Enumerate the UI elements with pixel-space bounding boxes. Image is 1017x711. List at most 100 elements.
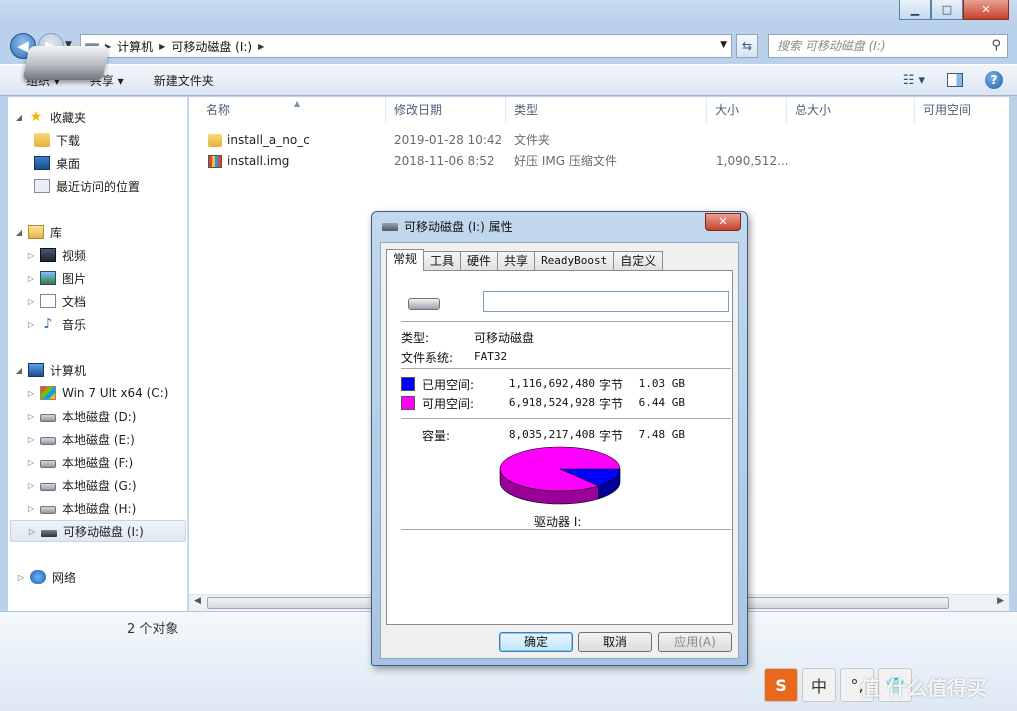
chevron-right-icon[interactable]: ▶ bbox=[258, 42, 264, 51]
picture-icon bbox=[40, 271, 56, 285]
collapse-arrow-icon[interactable]: ▷ bbox=[26, 458, 36, 467]
sidebar-item-drive-i[interactable]: ▷ 可移动磁盘 (I:) bbox=[10, 520, 186, 542]
hard-drive-icon bbox=[40, 436, 56, 445]
sidebar-item-drive-d[interactable]: ▷ 本地磁盘 (D:) bbox=[26, 405, 137, 427]
sidebar-item-label: 桌面 bbox=[56, 156, 81, 171]
collapse-arrow-icon[interactable]: ▷ bbox=[16, 573, 26, 582]
hard-drive-icon bbox=[40, 459, 56, 468]
collapse-arrow-icon[interactable]: ▷ bbox=[26, 389, 36, 398]
free-space-swatch bbox=[401, 396, 415, 410]
collapse-arrow-icon[interactable]: ▷ bbox=[26, 274, 36, 283]
tab-hardware[interactable]: 硬件 bbox=[460, 251, 499, 271]
change-view-icon[interactable]: ☷ ▾ bbox=[903, 73, 925, 88]
sidebar-item-downloads[interactable]: 下载 bbox=[30, 129, 80, 151]
type-label: 类型: bbox=[401, 331, 430, 345]
dialog-title-bar[interactable]: 可移动磁盘 (I:) 属性 bbox=[382, 218, 513, 235]
drive-icon bbox=[382, 222, 398, 231]
command-bar: 组织 ▾ 共享 ▾ 新建文件夹 ☷ ▾ ? bbox=[0, 64, 1017, 96]
filesystem-label: 文件系统: bbox=[401, 351, 454, 365]
new-folder-button[interactable]: 新建文件夹 bbox=[154, 72, 214, 89]
sidebar-item-drive-g[interactable]: ▷ 本地磁盘 (G:) bbox=[26, 474, 137, 496]
item-count: 2 个对象 bbox=[127, 622, 179, 637]
usb-drive-icon bbox=[41, 529, 57, 537]
column-header-size[interactable]: 大小 bbox=[707, 97, 787, 123]
hard-drive-icon bbox=[40, 413, 56, 422]
used-space-label: 已用空间: bbox=[422, 378, 475, 392]
sidebar-item-drive-h[interactable]: ▷ 本地磁盘 (H:) bbox=[26, 497, 136, 519]
scroll-right-icon[interactable]: ▶ bbox=[997, 596, 1004, 606]
maximize-button[interactable]: □ bbox=[931, 0, 963, 20]
tab-tools[interactable]: 工具 bbox=[423, 251, 462, 271]
collapse-arrow-icon[interactable]: ▷ bbox=[26, 481, 36, 490]
folder-icon bbox=[208, 134, 222, 147]
column-header-modified[interactable]: 修改日期 bbox=[386, 97, 506, 123]
disk-usage-pie-chart bbox=[499, 446, 621, 505]
sidebar-item-pictures[interactable]: ▷ 图片 bbox=[26, 267, 86, 289]
sidebar-item-drive-f[interactable]: ▷ 本地磁盘 (F:) bbox=[26, 451, 133, 473]
sidebar-item-desktop[interactable]: 桌面 bbox=[30, 152, 80, 174]
breadcrumb-computer[interactable]: 计算机 bbox=[117, 38, 153, 55]
capacity-label: 容量: bbox=[422, 429, 451, 443]
help-icon[interactable]: ? bbox=[985, 71, 1003, 89]
tab-strip: 常规 工具 硬件 共享 ReadyBoost 自定义 bbox=[386, 249, 664, 271]
apply-button[interactable]: 应用(A) bbox=[658, 632, 732, 652]
tab-general[interactable]: 常规 bbox=[386, 249, 425, 271]
collapse-arrow-icon[interactable]: ▷ bbox=[26, 297, 36, 306]
sidebar-item-recent[interactable]: 最近访问的位置 bbox=[30, 175, 140, 197]
capacity-gb: 7.48 GB bbox=[638, 428, 685, 441]
video-icon bbox=[40, 248, 56, 262]
column-header-total-size[interactable]: 总大小 bbox=[787, 97, 915, 123]
refresh-button[interactable]: ⇆ bbox=[736, 34, 758, 58]
filesystem-value: FAT32 bbox=[474, 350, 508, 363]
column-header-name[interactable]: 名称 ▲ bbox=[198, 97, 386, 123]
scroll-left-icon[interactable]: ◀ bbox=[194, 596, 201, 606]
sidebar-item-label: 本地磁盘 (H:) bbox=[62, 501, 137, 516]
sidebar-item-documents[interactable]: ▷ 文档 bbox=[26, 290, 86, 312]
tab-customize[interactable]: 自定义 bbox=[613, 251, 664, 271]
sidebar-item-favorites[interactable]: ◢ ★ 收藏夹 bbox=[14, 106, 86, 128]
search-icon[interactable]: ⚲ bbox=[991, 35, 1001, 57]
dialog-close-button[interactable]: ✕ bbox=[705, 213, 741, 231]
column-header-free-space[interactable]: 可用空间 bbox=[915, 97, 1009, 123]
preview-pane-icon[interactable] bbox=[947, 73, 963, 87]
title-bar[interactable]: ▁ □ ✕ bbox=[0, 0, 1017, 30]
search-input[interactable]: 搜索 可移动磁盘 (I:) ⚲ bbox=[768, 34, 1008, 58]
tab-sharing[interactable]: 共享 bbox=[497, 251, 536, 271]
collapse-arrow-icon[interactable]: ▷ bbox=[26, 504, 36, 513]
expand-arrow-icon[interactable]: ◢ bbox=[14, 113, 24, 122]
collapse-arrow-icon[interactable]: ▷ bbox=[26, 435, 36, 444]
sidebar-item-label: 视频 bbox=[62, 248, 87, 263]
sidebar-item-drive-c[interactable]: ▷ Win 7 Ult x64 (C:) bbox=[26, 382, 168, 404]
address-dropdown-icon[interactable]: ▼ bbox=[720, 40, 727, 50]
sidebar-item-network[interactable]: ▷ 网络 bbox=[16, 566, 76, 588]
collapse-arrow-icon[interactable]: ▷ bbox=[27, 527, 37, 536]
sogou-ime-icon[interactable]: S bbox=[764, 668, 798, 702]
sidebar-item-videos[interactable]: ▷ 视频 bbox=[26, 244, 86, 266]
collapse-arrow-icon[interactable]: ▷ bbox=[26, 251, 36, 260]
sidebar-item-computer[interactable]: ◢ 计算机 bbox=[14, 359, 86, 381]
tab-readyboost[interactable]: ReadyBoost bbox=[534, 251, 615, 271]
table-row[interactable]: install_a_no_c 2019-01-28 10:42 文件夹 bbox=[189, 130, 1009, 151]
sidebar-item-music[interactable]: ▷ ♪ 音乐 bbox=[26, 313, 86, 335]
sidebar-item-label: 本地磁盘 (G:) bbox=[62, 478, 137, 493]
file-modified: 2019-01-28 10:42 bbox=[394, 133, 503, 147]
breadcrumb-drive[interactable]: 可移动磁盘 (I:) bbox=[171, 38, 252, 55]
expand-arrow-icon[interactable]: ◢ bbox=[14, 366, 24, 375]
chevron-right-icon[interactable]: ▶ bbox=[159, 42, 165, 51]
cancel-button[interactable]: 取消 bbox=[578, 632, 652, 652]
collapse-arrow-icon[interactable]: ▷ bbox=[26, 412, 36, 421]
sidebar-item-libraries[interactable]: ◢ 库 bbox=[14, 221, 62, 243]
minimize-button[interactable]: ▁ bbox=[899, 0, 931, 20]
address-bar[interactable]: ▶ 计算机 ▶ 可移动磁盘 (I:) ▶ ▼ bbox=[80, 34, 732, 58]
sidebar-item-drive-e[interactable]: ▷ 本地磁盘 (E:) bbox=[26, 428, 135, 450]
file-type: 好压 IMG 压缩文件 bbox=[514, 154, 617, 168]
chinese-mode-button[interactable]: 中 bbox=[802, 668, 836, 702]
volume-label-input[interactable] bbox=[483, 291, 729, 312]
collapse-arrow-icon[interactable]: ▷ bbox=[26, 320, 36, 329]
drive-letter-label: 驱动器 I: bbox=[534, 515, 582, 529]
table-row[interactable]: install.img 2018-11-06 8:52 好压 IMG 压缩文件 … bbox=[189, 151, 1009, 172]
ok-button[interactable]: 确定 bbox=[499, 632, 573, 652]
column-header-type[interactable]: 类型 bbox=[506, 97, 707, 123]
expand-arrow-icon[interactable]: ◢ bbox=[14, 228, 24, 237]
close-button[interactable]: ✕ bbox=[963, 0, 1009, 20]
